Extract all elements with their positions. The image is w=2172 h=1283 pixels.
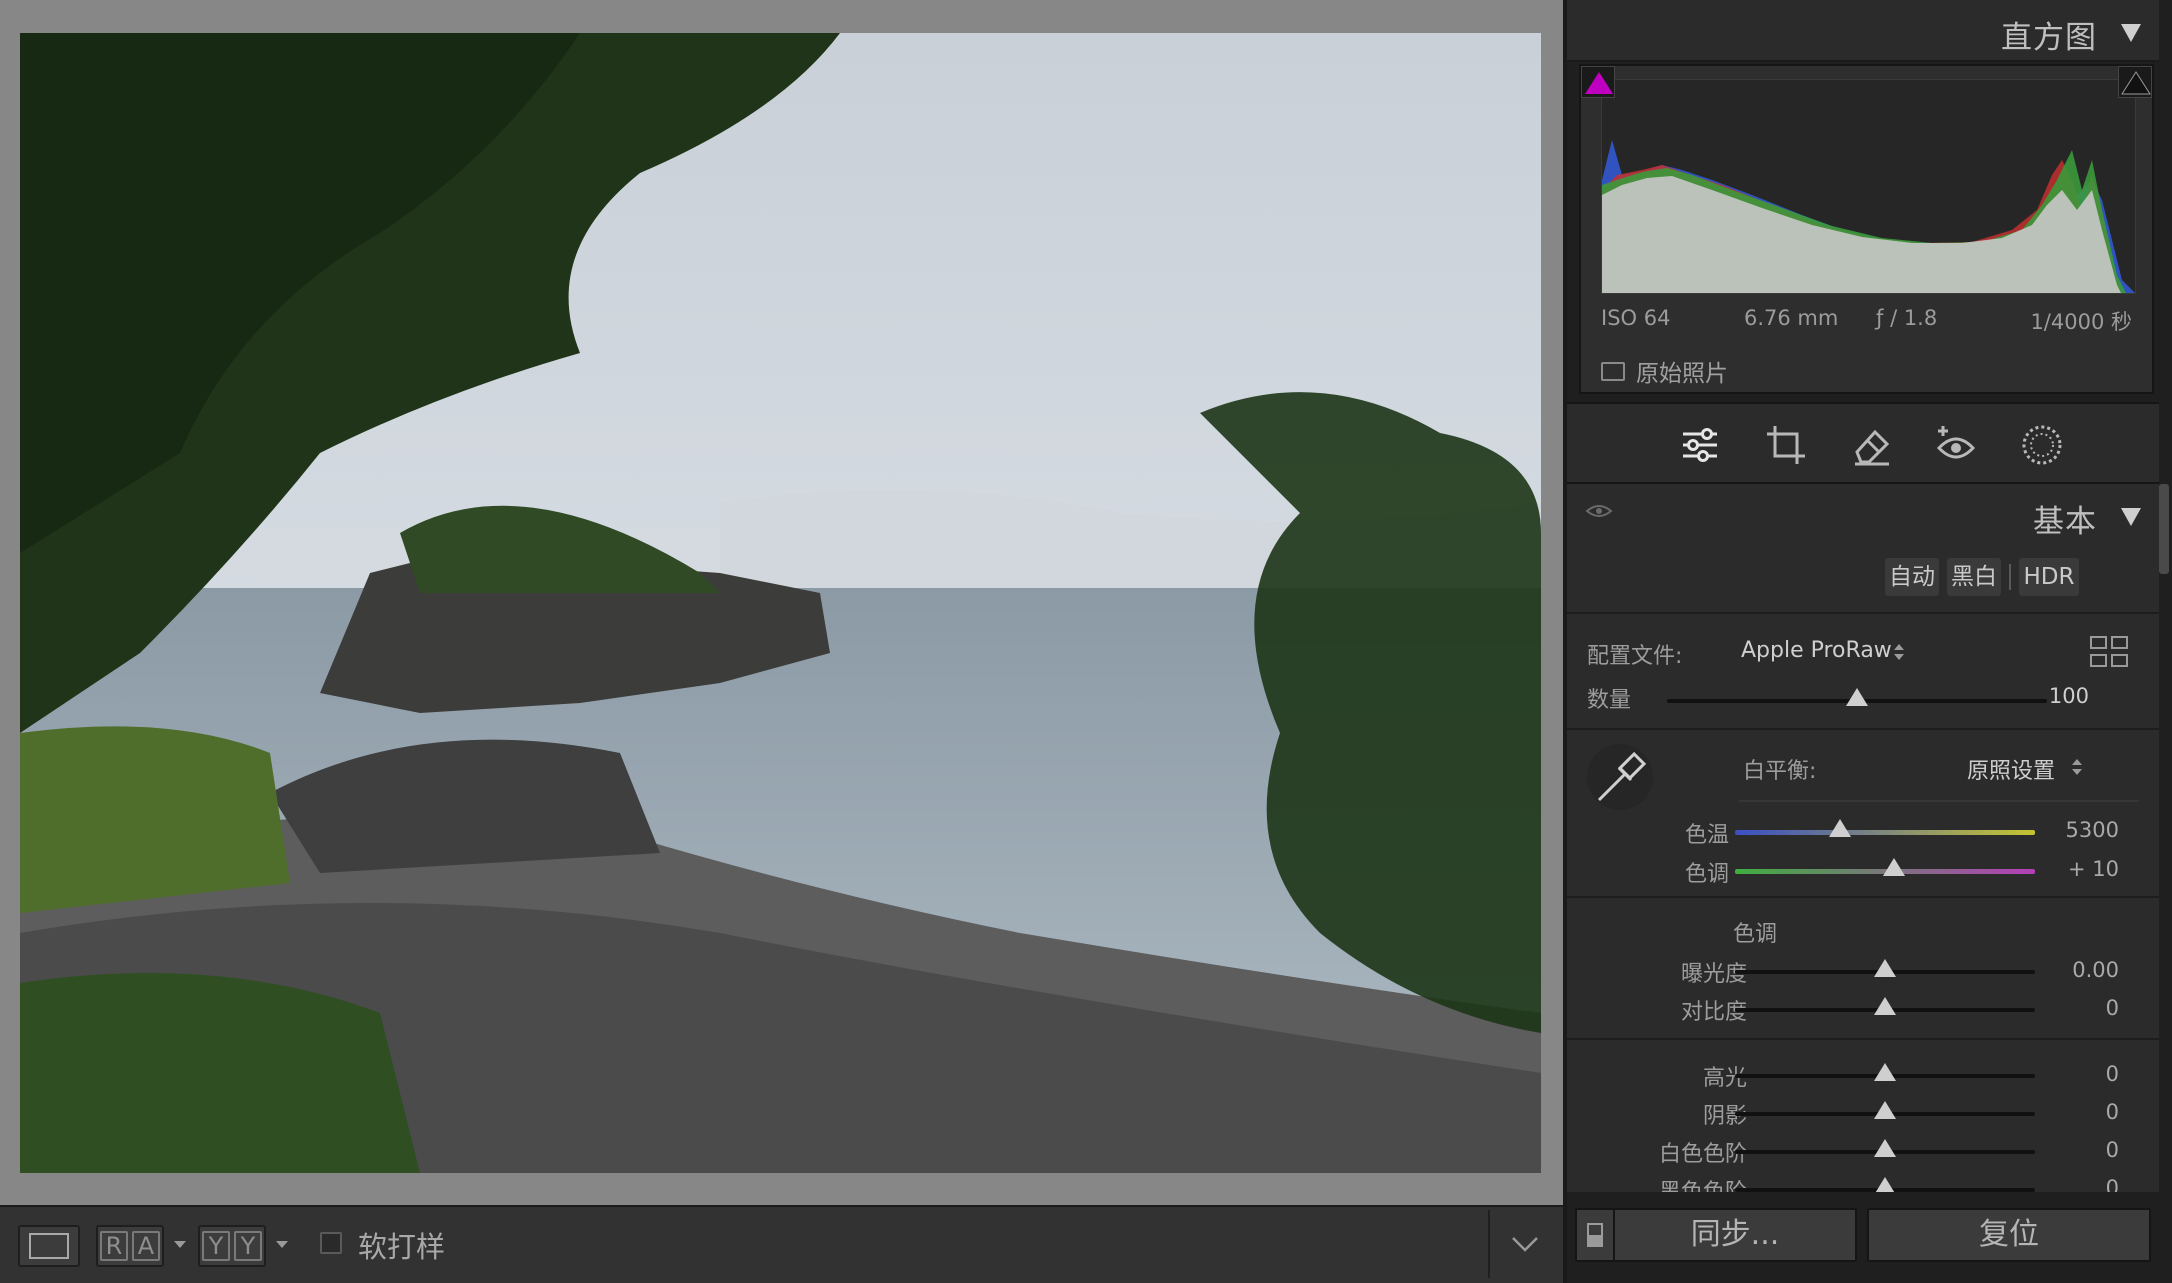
ra-left-glyph: R <box>100 1231 128 1261</box>
yy-left-glyph: Y <box>202 1231 230 1261</box>
original-photo-label: 原始照片 <box>1636 361 1728 387</box>
shadow-clip-triangle-icon <box>1585 72 1613 94</box>
crop-tool-button[interactable] <box>1763 422 1809 468</box>
ra-right-glyph: A <box>132 1231 160 1261</box>
mask-tool-button[interactable] <box>2019 422 2065 468</box>
separator <box>1567 896 2159 898</box>
original-photo-checkbox[interactable] <box>1601 362 1625 381</box>
amount-value[interactable]: 100 <box>2049 684 2089 708</box>
eraser-icon <box>1855 429 1890 466</box>
whites-label: 白色色阶 <box>1658 1142 1747 1167</box>
image-viewer: R A Y Y 软打样 <box>0 0 1563 1283</box>
develop-right-panel: 直方图 ISO 64 6.76 mm ƒ / 1.8 1/4000 秒 原始照片… <box>1567 0 2172 1283</box>
mask-icon <box>2022 425 2062 465</box>
shadow-clipping-button[interactable] <box>1581 66 1615 98</box>
single-view-icon <box>29 1233 69 1259</box>
wb-dropdown[interactable]: 原照设置 <box>1967 753 2055 785</box>
before-after-split-button[interactable]: Y Y <box>198 1225 266 1267</box>
tint-label: 色调 <box>1684 862 1729 887</box>
basic-panel: 自动 黑白 HDR 配置文件: Apple ProRaw 数量 100 白平衡:… <box>1567 542 2159 1192</box>
reset-button[interactable]: 复位 <box>1867 1208 2151 1262</box>
tone-section-label: 色调 <box>1733 922 1778 947</box>
whites-slider-thumb[interactable] <box>1874 1139 1896 1157</box>
exif-focal-length: 6.76 mm <box>1744 306 1839 330</box>
crop-icon <box>1767 426 1805 464</box>
profile-label: 配置文件: <box>1587 644 1683 669</box>
tool-strip <box>1567 402 2159 484</box>
highlight-clip-triangle-icon <box>2121 71 2151 95</box>
edit-sliders-icon <box>1683 428 1717 462</box>
before-after-button[interactable]: R A <box>96 1225 164 1267</box>
black-white-button[interactable]: 黑白 <box>1947 558 2001 596</box>
shadows-slider-thumb[interactable] <box>1874 1101 1896 1119</box>
updown-chevron-icon[interactable] <box>1893 643 1905 661</box>
before-after-dropdown-icon[interactable] <box>174 1241 186 1248</box>
highlights-slider-thumb[interactable] <box>1874 1063 1896 1081</box>
soft-proof-label: 软打样 <box>358 1230 446 1264</box>
yy-right-glyph: Y <box>234 1231 262 1261</box>
heal-tool-button[interactable] <box>1849 422 1895 468</box>
exif-iso: ISO 64 <box>1601 306 1671 330</box>
highlight-clipping-button[interactable] <box>2118 66 2152 98</box>
toolbar-menu-button[interactable] <box>1488 1210 1558 1278</box>
viewer-toolbar: R A Y Y <box>0 1205 1563 1283</box>
histogram-title: 直方图 <box>2001 20 2097 56</box>
panel-footer: 同步... 复位 <box>1567 1200 2172 1283</box>
amount-label: 数量 <box>1587 688 1632 713</box>
loupe-view-button[interactable] <box>18 1225 80 1267</box>
auto-button[interactable]: 自动 <box>1885 558 1939 596</box>
temp-slider-track[interactable] <box>1735 830 2035 835</box>
separator <box>1567 728 2159 730</box>
profile-browser-grid-icon[interactable] <box>2089 634 2129 670</box>
highlights-value[interactable]: 0 <box>2106 1062 2119 1086</box>
pill-separator <box>2009 564 2011 590</box>
eyedropper-icon[interactable] <box>1585 742 1655 812</box>
blacks-value[interactable]: 0 <box>2106 1176 2119 1192</box>
temp-label: 色温 <box>1684 823 1729 848</box>
histogram-panel: ISO 64 6.76 mm ƒ / 1.8 1/4000 秒 原始照片 <box>1579 64 2154 394</box>
photo-preview[interactable] <box>20 33 1541 1173</box>
wb-label: 白平衡: <box>1743 759 1817 784</box>
soft-proof-checkbox[interactable] <box>320 1232 342 1254</box>
histogram-graph[interactable] <box>1601 79 2136 294</box>
redeye-icon <box>1936 426 1976 459</box>
updown-chevron-icon[interactable] <box>2071 758 2083 776</box>
split-dropdown-icon[interactable] <box>276 1241 288 1248</box>
temp-value[interactable]: 5300 <box>2066 818 2119 842</box>
hdr-button[interactable]: HDR <box>2019 558 2079 596</box>
whites-value[interactable]: 0 <box>2106 1138 2119 1162</box>
visibility-eye-icon[interactable] <box>1585 503 1613 519</box>
exif-aperture: ƒ / 1.8 <box>1876 306 1938 330</box>
tint-value[interactable]: + 10 <box>2068 857 2119 881</box>
collapse-triangle-icon[interactable] <box>2121 24 2141 42</box>
separator <box>1739 800 2139 802</box>
chevron-down-icon <box>1512 1237 1538 1252</box>
profile-dropdown[interactable]: Apple ProRaw <box>1741 638 1892 663</box>
sync-toggle-button[interactable] <box>1575 1208 1615 1262</box>
basic-header[interactable]: 基本 <box>1567 484 2159 546</box>
temp-slider-thumb[interactable] <box>1829 819 1851 837</box>
exposure-value[interactable]: 0.00 <box>2072 958 2119 982</box>
sync-switch-icon <box>1587 1223 1603 1247</box>
blacks-label: 黑色色阶 <box>1659 1174 1747 1192</box>
sync-button[interactable]: 同步... <box>1613 1208 1857 1262</box>
redeye-tool-button[interactable] <box>1933 422 1979 468</box>
separator <box>1567 1038 2159 1040</box>
basic-title: 基本 <box>2033 504 2097 540</box>
contrast-slider-thumb[interactable] <box>1874 997 1896 1015</box>
contrast-value[interactable]: 0 <box>2106 996 2119 1020</box>
edit-tool-button[interactable] <box>1677 422 1723 468</box>
tint-slider-thumb[interactable] <box>1883 858 1905 876</box>
shadows-value[interactable]: 0 <box>2106 1100 2119 1124</box>
blacks-slider-thumb[interactable] <box>1874 1177 1896 1192</box>
exif-shutter: 1/4000 秒 <box>2030 310 2132 334</box>
panel-scrollbar[interactable] <box>2159 484 2169 574</box>
separator <box>1567 612 2159 614</box>
exposure-slider-thumb[interactable] <box>1874 959 1896 977</box>
amount-slider-thumb[interactable] <box>1846 688 1868 706</box>
histogram-header[interactable]: 直方图 <box>1567 0 2159 62</box>
collapse-triangle-icon[interactable] <box>2121 508 2141 526</box>
